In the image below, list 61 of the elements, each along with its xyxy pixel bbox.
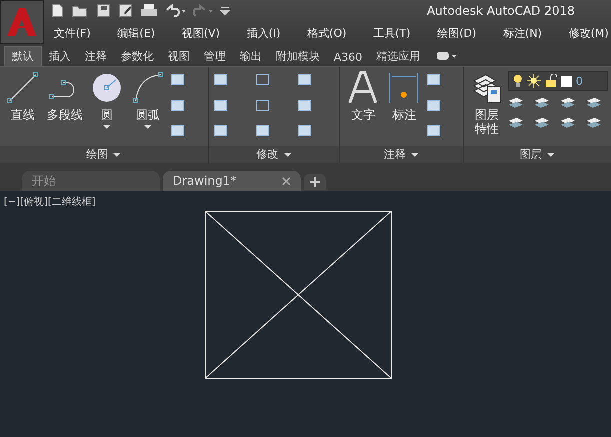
- ribbon-tab[interactable]: 注释: [78, 47, 114, 66]
- ribbon-tab[interactable]: A360: [327, 49, 370, 66]
- layer-tool-icon[interactable]: [508, 115, 524, 131]
- ribbon-options-icon[interactable]: [436, 51, 458, 61]
- new-tab-button[interactable]: [304, 174, 326, 190]
- save-as-icon[interactable]: [118, 3, 134, 19]
- panel-title-button[interactable]: 注释: [340, 146, 463, 163]
- layer-tool-icon[interactable]: [508, 95, 524, 111]
- menu-item[interactable]: 标注(N): [501, 26, 544, 40]
- menu-item[interactable]: 工具(T): [371, 26, 413, 40]
- menu-item[interactable]: 绘图(D): [435, 26, 479, 40]
- arc-icon: [131, 71, 165, 105]
- menu-item[interactable]: 修改(M): [566, 26, 611, 40]
- ribbon-tab[interactable]: 管理: [197, 47, 233, 66]
- letter-a-icon: [346, 71, 380, 105]
- layer-tool-icon[interactable]: [586, 115, 602, 131]
- window-title: Autodesk AutoCAD 2018: [427, 4, 576, 18]
- panel-title-button[interactable]: 图层: [464, 146, 611, 163]
- ribbon-tool-button[interactable]: 图层特性: [467, 71, 507, 142]
- ribbon-tab[interactable]: 默认: [4, 46, 42, 66]
- menu-item[interactable]: 插入(I): [244, 26, 283, 40]
- layer-tool-icon[interactable]: [534, 115, 550, 131]
- ribbon-tool-button[interactable]: 标注: [384, 71, 424, 142]
- ribbon-tab[interactable]: 精选应用: [370, 47, 428, 66]
- ribbon-tab[interactable]: 插入: [42, 47, 78, 66]
- undo-icon[interactable]: [164, 3, 186, 19]
- layer-name: 0: [576, 74, 583, 88]
- new-file-icon[interactable]: [50, 3, 66, 19]
- layer-dropdown[interactable]: 0: [508, 71, 608, 91]
- padlock-icon: [545, 74, 557, 88]
- sun-icon: [527, 74, 541, 88]
- layer-tool-icon[interactable]: [534, 95, 550, 111]
- circle-icon: [90, 71, 124, 105]
- ribbon-tool-button[interactable]: 直线: [3, 71, 43, 142]
- ribbon-tab[interactable]: 附加模块: [269, 47, 327, 66]
- menu-item[interactable]: 编辑(E): [116, 26, 158, 40]
- app-logo-button[interactable]: [0, 0, 44, 44]
- viewport-controls[interactable]: [−][俯视][二维线框]: [4, 195, 96, 209]
- color-swatch: [561, 76, 572, 86]
- ribbon-tab[interactable]: 参数化: [114, 47, 161, 66]
- print-icon[interactable]: [140, 3, 158, 19]
- menu-item[interactable]: 文件(F): [52, 26, 93, 40]
- document-tab[interactable]: Drawing1*: [163, 171, 301, 191]
- save-icon[interactable]: [96, 3, 112, 19]
- layer-tool-icon[interactable]: [586, 95, 602, 111]
- lightbulb-icon: [513, 74, 523, 88]
- plus-icon: [310, 177, 320, 187]
- ribbon-tool-button[interactable]: 文字: [343, 71, 384, 142]
- ribbon-tool-button[interactable]: 多段线: [44, 71, 86, 142]
- panel-title-button[interactable]: 绘图: [0, 146, 208, 163]
- line-icon: [6, 71, 40, 105]
- close-icon[interactable]: [282, 176, 291, 186]
- panel-title-button[interactable]: 修改: [208, 146, 340, 163]
- layer-tool-icon[interactable]: [560, 95, 576, 111]
- menu-item[interactable]: 视图(V): [180, 26, 222, 40]
- ribbon-tab[interactable]: 输出: [233, 47, 269, 66]
- menu-item[interactable]: 格式(O): [305, 26, 349, 40]
- ribbon-tool-button[interactable]: 圆: [87, 71, 127, 142]
- ribbon-tool-button[interactable]: 圆弧: [128, 71, 168, 142]
- layer-tool-icon[interactable]: [560, 115, 576, 131]
- ribbon-tab[interactable]: 视图: [161, 47, 197, 66]
